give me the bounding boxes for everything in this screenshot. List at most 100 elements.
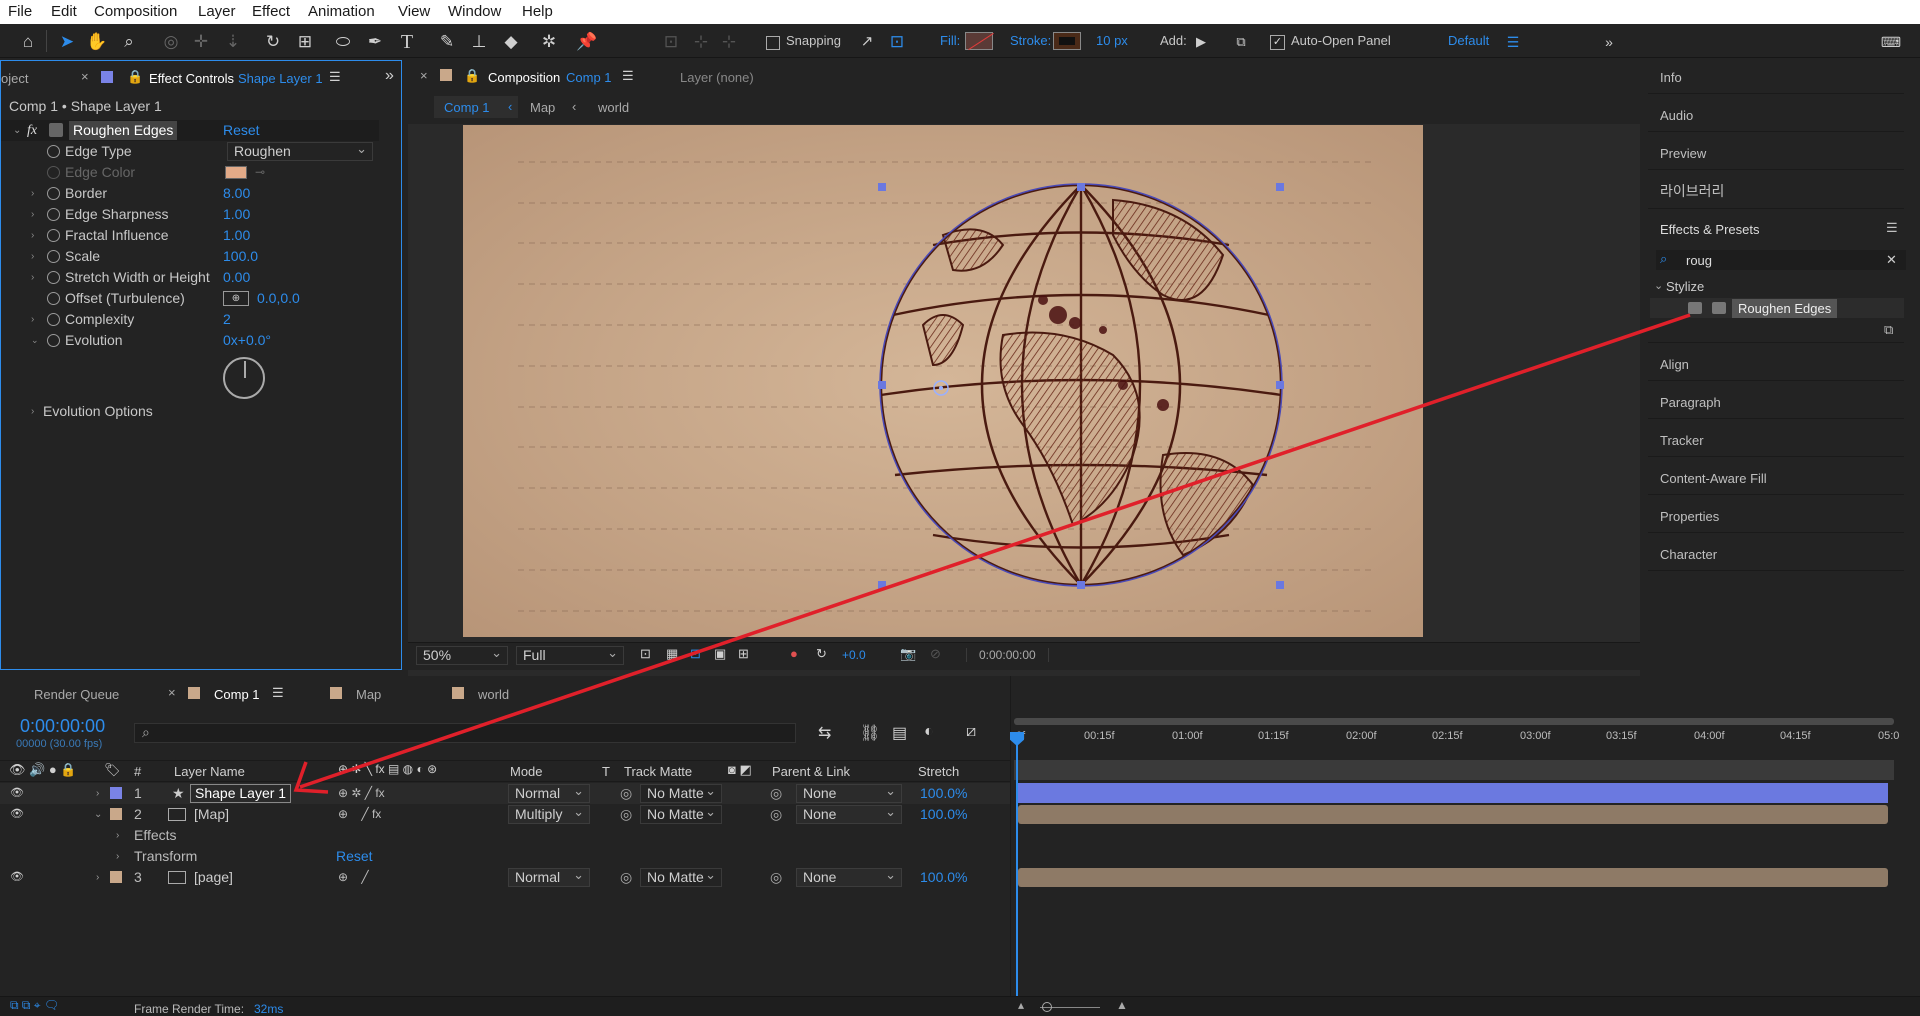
panel-library[interactable]: 라이브러리 bbox=[1660, 181, 1724, 201]
stroke-swatch[interactable] bbox=[1053, 32, 1081, 50]
orbit-tool-icon[interactable]: ◎ bbox=[160, 31, 182, 53]
layer-switches[interactable]: ⊕ ╱ fx bbox=[338, 804, 381, 825]
timeline-tab-comp1[interactable]: Comp 1 bbox=[214, 687, 260, 702]
stretch-value[interactable]: 100.0% bbox=[920, 867, 967, 888]
result-roughen-edges[interactable]: Roughen Edges bbox=[1732, 299, 1838, 318]
new-preset-icon[interactable]: ⧉ bbox=[1884, 322, 1893, 338]
ellipse-tool-icon[interactable]: ⬭ bbox=[332, 31, 354, 53]
pan-tool-icon[interactable]: ✛ bbox=[190, 31, 212, 53]
stretch-value[interactable]: 100.0% bbox=[920, 783, 967, 804]
evolution-dial[interactable] bbox=[223, 357, 265, 399]
stopwatch-icon[interactable] bbox=[47, 229, 60, 242]
effects-presets-title[interactable]: Effects & Presets bbox=[1660, 222, 1759, 237]
prop-value[interactable]: 8.00 bbox=[223, 183, 250, 204]
composition-tab-comp[interactable]: Comp 1 bbox=[566, 70, 612, 85]
stopwatch-icon[interactable] bbox=[47, 334, 60, 347]
fill-swatch[interactable] bbox=[965, 32, 994, 51]
panel-menu-icon[interactable]: ☰ bbox=[622, 68, 634, 84]
region-of-interest-icon[interactable]: ▣ bbox=[714, 646, 726, 662]
panel-expand-icon[interactable]: » bbox=[385, 67, 394, 85]
align-local-icon[interactable]: ⊡ bbox=[660, 31, 682, 53]
twirl-icon[interactable]: › bbox=[31, 401, 34, 422]
twirl-icon[interactable]: › bbox=[31, 246, 34, 267]
panel-audio[interactable]: Audio bbox=[1660, 108, 1693, 123]
exposure-value[interactable]: +0.0 bbox=[842, 648, 866, 662]
align-view-icon[interactable]: ⊹ bbox=[718, 31, 740, 53]
viewer-timecode[interactable]: 0:00:00:00 bbox=[966, 648, 1049, 662]
bezier-icon[interactable]: ⧉ bbox=[1230, 31, 1252, 53]
stopwatch-icon[interactable] bbox=[47, 313, 60, 326]
layer-label-color[interactable] bbox=[110, 787, 122, 799]
menu-view[interactable]: View bbox=[398, 3, 430, 20]
layer-2-transform-row[interactable]: › Transform Reset bbox=[0, 846, 1010, 867]
panel-menu-icon[interactable]: ☰ bbox=[1886, 220, 1898, 236]
zoom-select[interactable]: 50% bbox=[416, 644, 508, 665]
fx-icon[interactable]: fx bbox=[27, 120, 37, 141]
search-help-icon[interactable]: ⌨ bbox=[1880, 31, 1902, 53]
timeline-timecode[interactable]: 0:00:00:00 bbox=[20, 716, 105, 737]
twirl-open-icon[interactable]: ⌄ bbox=[31, 330, 39, 351]
transparency-grid-icon[interactable]: ▦ bbox=[666, 646, 678, 662]
stretch-value[interactable]: 100.0% bbox=[920, 804, 967, 825]
panel-info[interactable]: Info bbox=[1660, 70, 1682, 85]
puppet-pin-tool-icon[interactable]: 📌 bbox=[576, 31, 598, 53]
layer-mode-select[interactable]: Normal bbox=[508, 866, 590, 887]
zoom-slider-handle[interactable] bbox=[1042, 1002, 1052, 1012]
parent-select[interactable]: None bbox=[796, 803, 902, 824]
home-icon[interactable]: ⌂ bbox=[17, 31, 39, 53]
col-track-matte[interactable]: Track Matte bbox=[624, 764, 692, 779]
zoom-out-icon[interactable]: ▴ bbox=[1018, 998, 1024, 1012]
stopwatch-icon[interactable] bbox=[47, 250, 60, 263]
comp-mini-flowchart-icon[interactable]: ⇆ bbox=[818, 723, 831, 743]
clone-stamp-tool-icon[interactable]: ⊥ bbox=[468, 31, 490, 53]
time-ruler[interactable]: 0f 00:15f 01:00f 01:15f 02:00f 02:15f 03… bbox=[1010, 728, 1914, 754]
clear-search-icon[interactable]: ✕ bbox=[1886, 252, 1897, 268]
pick-whip-icon[interactable]: ◎ bbox=[770, 867, 782, 888]
twirl-icon[interactable]: › bbox=[116, 825, 119, 846]
panel-align[interactable]: Align bbox=[1660, 357, 1689, 372]
visibility-eye-icon[interactable]: 👁 bbox=[10, 783, 24, 804]
menu-help[interactable]: Help bbox=[522, 3, 553, 20]
category-chevron-icon[interactable]: ⌄ bbox=[1654, 279, 1663, 292]
fast-preview-icon[interactable]: ⊡ bbox=[640, 646, 651, 662]
brush-tool-icon[interactable]: ✎ bbox=[436, 31, 458, 53]
twirl-icon[interactable]: › bbox=[31, 267, 34, 288]
stopwatch-icon[interactable] bbox=[47, 208, 60, 221]
roto-brush-tool-icon[interactable]: ✲ bbox=[538, 31, 560, 53]
prop-value[interactable]: 0x+0.0° bbox=[223, 330, 271, 351]
close-tab-icon[interactable]: × bbox=[81, 69, 89, 84]
draft-3d-icon[interactable]: ⛓ bbox=[860, 723, 880, 743]
twirl-icon[interactable]: › bbox=[31, 309, 34, 330]
prop-value[interactable]: 100.0 bbox=[223, 246, 258, 267]
workspace-default[interactable]: Default bbox=[1448, 30, 1489, 52]
grid-guides-icon[interactable]: ⊞ bbox=[738, 646, 749, 662]
panel-properties[interactable]: Properties bbox=[1660, 509, 1719, 524]
twirl-icon[interactable]: › bbox=[31, 204, 34, 225]
snapshot-icon[interactable]: 📷 bbox=[900, 646, 916, 662]
timeline-tab-world[interactable]: world bbox=[478, 687, 509, 702]
layer-name[interactable]: [page] bbox=[194, 867, 233, 888]
rotate-tool-icon[interactable]: ↻ bbox=[262, 31, 284, 53]
menu-window[interactable]: Window bbox=[448, 3, 501, 20]
lock-icon[interactable]: 🔒 bbox=[464, 68, 480, 84]
pick-whip-icon[interactable]: ◎ bbox=[770, 804, 782, 825]
channel-icon[interactable]: ● bbox=[790, 646, 798, 661]
panel-content-aware-fill[interactable]: Content-Aware Fill bbox=[1660, 471, 1767, 486]
hand-tool-icon[interactable]: ✋ bbox=[86, 31, 108, 53]
track-matte-select[interactable]: No Matte bbox=[640, 866, 722, 887]
render-queue-tab[interactable]: Render Queue bbox=[34, 687, 119, 702]
col-mode[interactable]: Mode bbox=[510, 764, 543, 779]
twirl-icon[interactable]: › bbox=[116, 846, 119, 867]
anchor-tool-icon[interactable]: ⊞ bbox=[294, 31, 316, 53]
panel-paragraph[interactable]: Paragraph bbox=[1660, 395, 1721, 410]
stopwatch-icon[interactable] bbox=[47, 292, 60, 305]
matte-link-icon[interactable]: ◎ bbox=[620, 783, 632, 804]
stopwatch-icon[interactable] bbox=[47, 145, 60, 158]
layer-3-duration-bar[interactable] bbox=[1018, 868, 1888, 887]
menu-edit[interactable]: Edit bbox=[51, 3, 77, 20]
effect-row-roughen-edges[interactable]: ⌄ fx Roughen Edges Reset bbox=[1, 120, 379, 141]
layer-mode-select[interactable]: Multiply bbox=[508, 803, 590, 824]
resolution-select[interactable]: Full bbox=[516, 644, 624, 665]
menu-composition[interactable]: Composition bbox=[94, 3, 177, 20]
menu-effect[interactable]: Effect bbox=[252, 3, 290, 20]
